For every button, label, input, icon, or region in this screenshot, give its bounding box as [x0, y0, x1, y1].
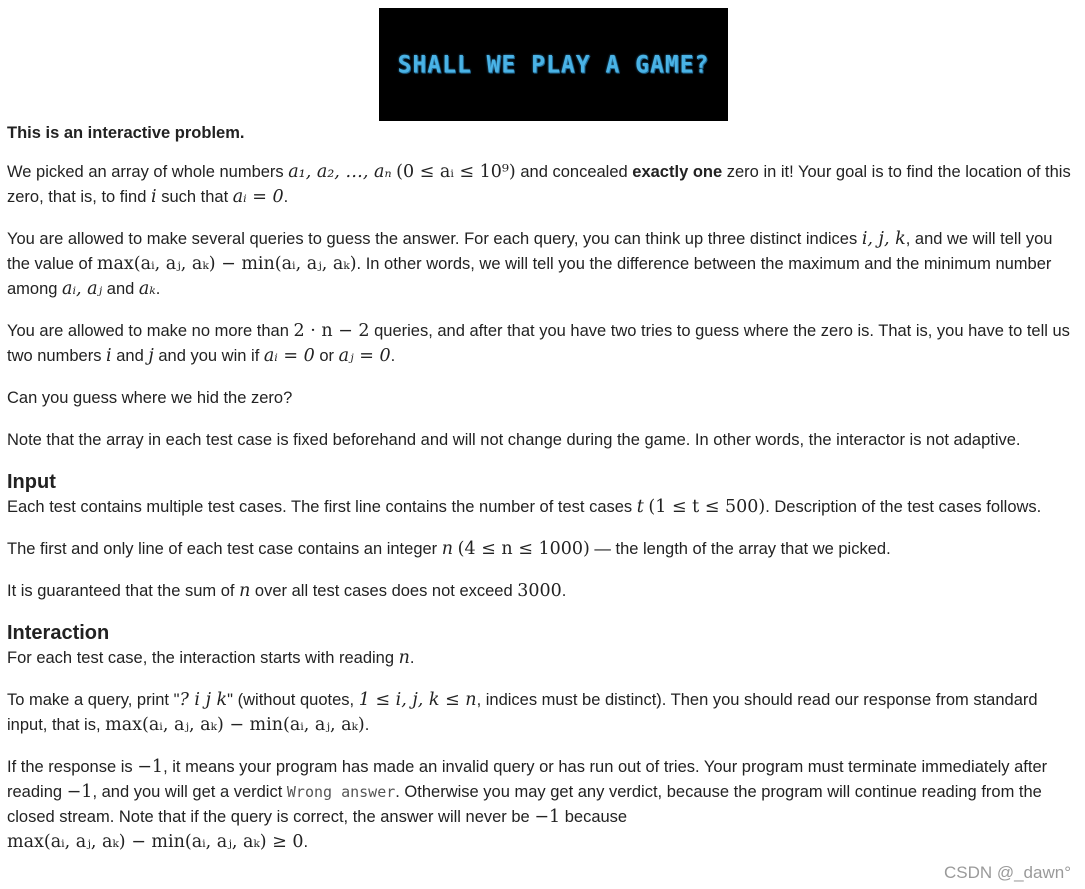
- bold-exactly-one: exactly one: [632, 163, 723, 181]
- query-format: ? i j k: [179, 690, 228, 710]
- statement-paragraph-5: Note that the array in each test case is…: [7, 431, 1021, 449]
- input-paragraph-2: The first and only line of each test cas…: [7, 539, 891, 559]
- problem-page: SHALL WE PLAY A GAME? This is an interac…: [0, 0, 1085, 889]
- statement-paragraph-4: Can you guess where we hid the zero?: [7, 389, 293, 407]
- math-maxmin: max(aᵢ, aⱼ, aₖ) − min(aᵢ, aⱼ, aₖ): [96, 254, 357, 274]
- banner-text: SHALL WE PLAY A GAME?: [397, 50, 710, 79]
- statement-paragraph-3: You are allowed to make no more than 2 ·…: [7, 321, 1070, 366]
- input-section-title: Input: [7, 471, 56, 493]
- interaction-paragraph-2: To make a query, print "? i j k" (withou…: [7, 690, 1038, 735]
- math-final-inequality: max(aᵢ, aⱼ, aₖ) − min(aᵢ, aⱼ, aₖ) ≥ 0: [7, 832, 304, 852]
- math-array: a₁, a₂, …, aₙ: [288, 162, 392, 182]
- banner-area: SHALL WE PLAY A GAME?: [7, 0, 1078, 121]
- statement-paragraph-2: You are allowed to make several queries …: [7, 229, 1053, 299]
- input-paragraph-1: Each test contains multiple test cases. …: [7, 497, 1042, 517]
- math-range: (0 ≤ aᵢ ≤ 10⁹): [396, 162, 516, 182]
- interactive-note: This is an interactive problem.: [7, 124, 245, 142]
- interaction-section-title: Interaction: [7, 622, 110, 644]
- verdict-wrong-answer: Wrong answer: [286, 783, 396, 801]
- statement-paragraph-1: We picked an array of whole numbers a₁, …: [7, 162, 1071, 207]
- input-paragraph-3: It is guaranteed that the sum of n over …: [7, 581, 567, 601]
- interaction-paragraph-3: If the response is −1, it means your pro…: [7, 757, 1048, 852]
- watermark: CSDN @_dawn°: [943, 863, 1071, 882]
- game-banner-image: SHALL WE PLAY A GAME?: [379, 8, 728, 121]
- interaction-paragraph-1: For each test case, the interaction star…: [7, 648, 415, 668]
